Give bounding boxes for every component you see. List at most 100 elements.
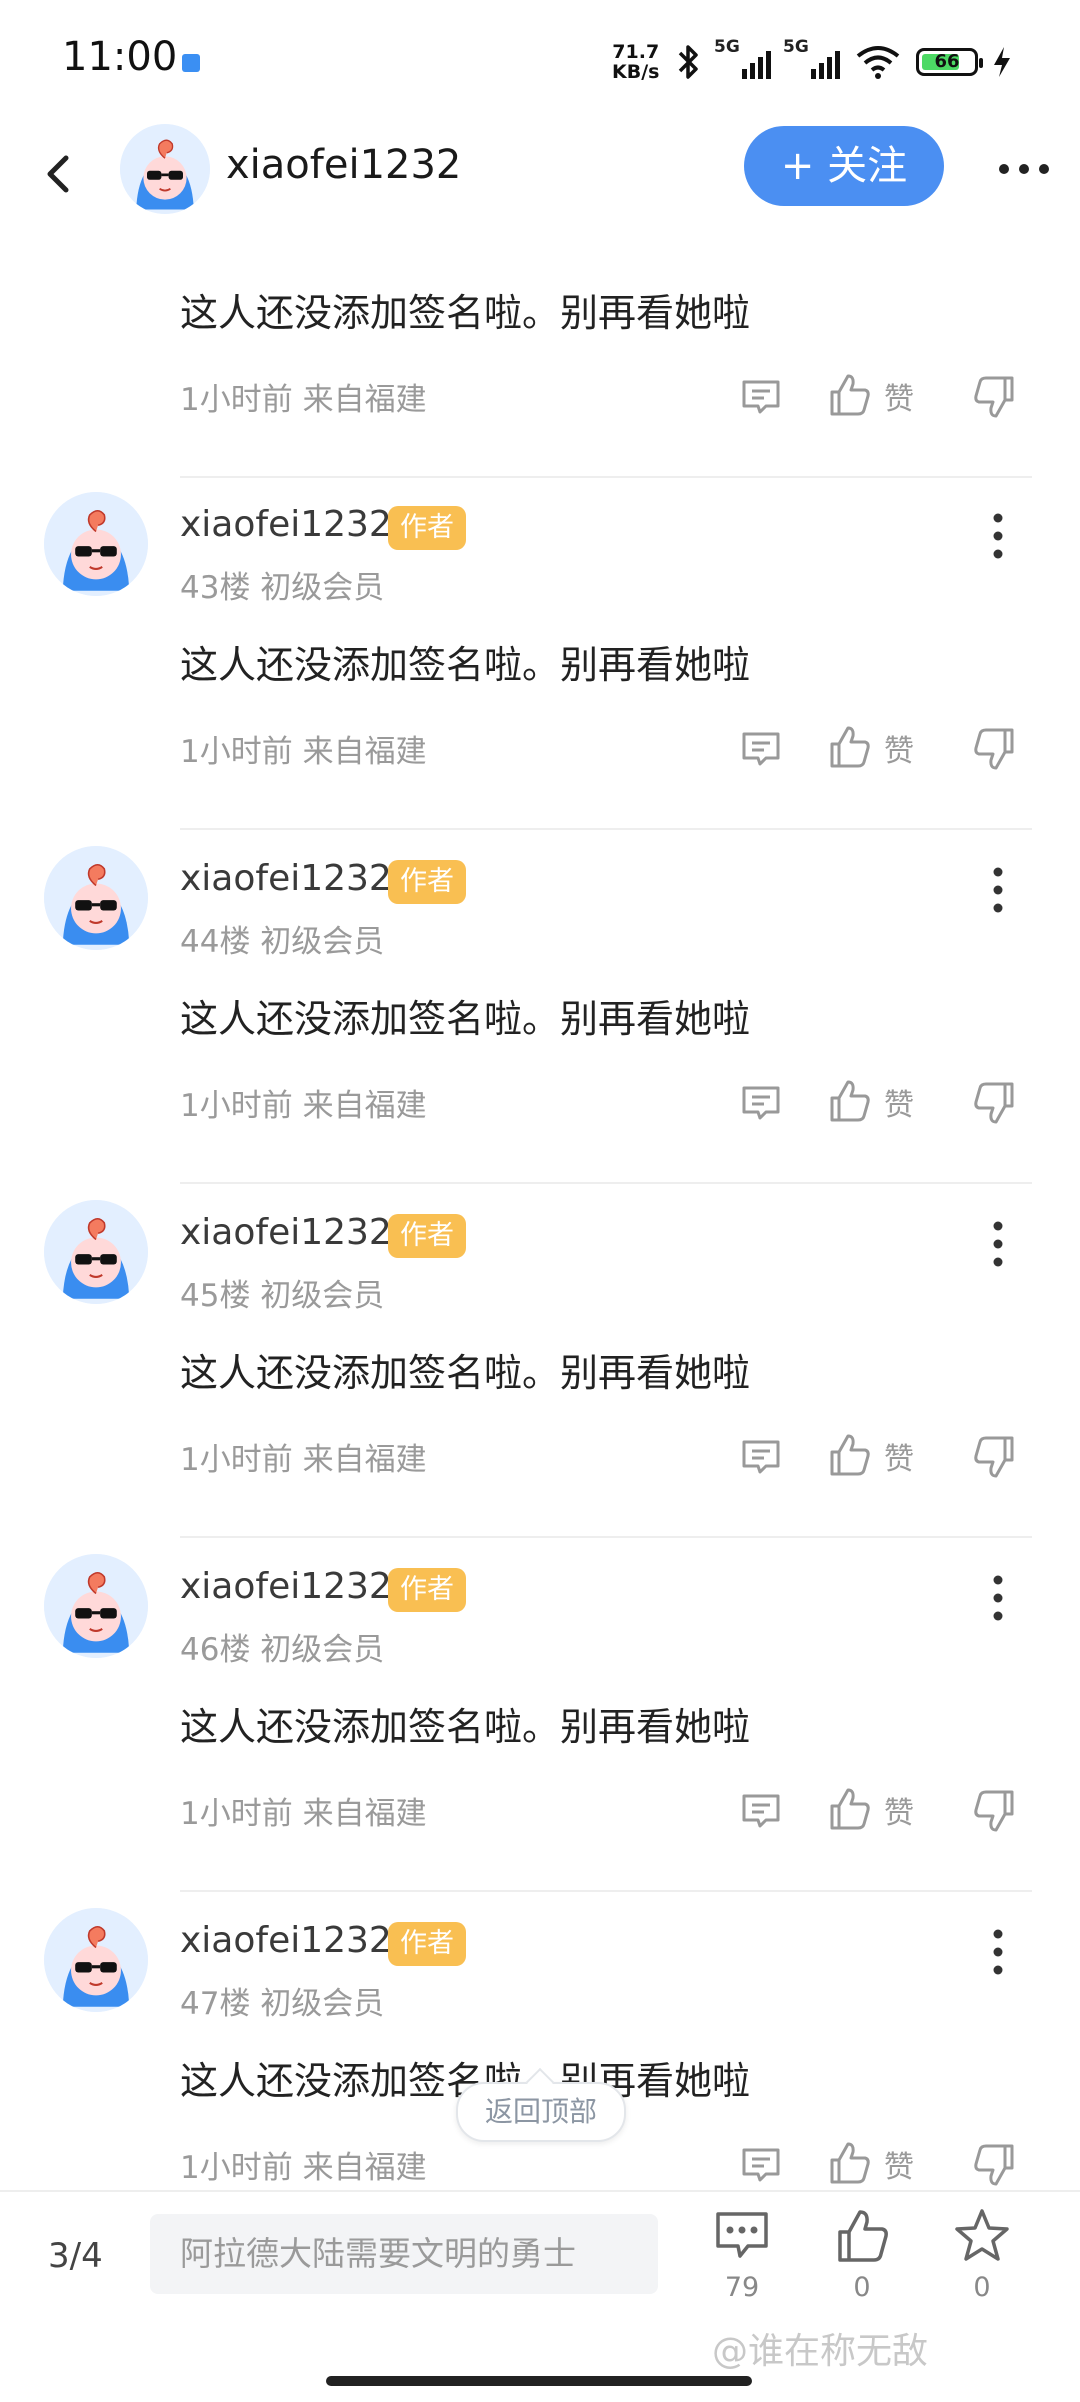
back-to-top-button[interactable]: 返回顶部 bbox=[456, 2082, 626, 2142]
favorite-button[interactable]: 0 bbox=[942, 2206, 1022, 2303]
like-label[interactable]: 赞 bbox=[884, 1788, 914, 1832]
floor-level: 46楼 初级会员 bbox=[180, 1632, 385, 1668]
author-badge: 作者 bbox=[388, 1214, 466, 1258]
list-item: 这人还没添加签名啦。别再看她啦 1小时前 来自福建 赞 bbox=[0, 240, 1080, 510]
page-indicator[interactable]: 3/4 bbox=[48, 2236, 103, 2276]
battery-level: 66 bbox=[934, 51, 960, 72]
comments-count: 79 bbox=[724, 2272, 760, 2303]
like-label[interactable]: 赞 bbox=[884, 1080, 914, 1124]
username[interactable]: xiaofei1232 bbox=[180, 1212, 392, 1253]
username[interactable]: xiaofei1232 bbox=[180, 1920, 392, 1961]
reply-icon[interactable] bbox=[736, 2140, 786, 2190]
back-arrow-icon[interactable] bbox=[30, 144, 90, 204]
watermark: @谁在称无敌 bbox=[712, 2331, 929, 2372]
signal-label: 5G bbox=[783, 37, 809, 57]
favorites-count: 0 bbox=[973, 2272, 991, 2303]
reply-icon[interactable] bbox=[736, 1786, 786, 1836]
status-icons: 5G 5G 66 bbox=[676, 37, 1012, 84]
kebab-menu-icon[interactable] bbox=[980, 1214, 1016, 1274]
reply-icon[interactable] bbox=[736, 372, 786, 422]
like-label[interactable]: 赞 bbox=[884, 726, 914, 770]
kebab-menu-icon[interactable] bbox=[980, 1568, 1016, 1628]
follow-button[interactable]: + 关注 bbox=[744, 126, 944, 206]
avatar[interactable] bbox=[44, 1554, 148, 1658]
avatar[interactable] bbox=[44, 1200, 148, 1304]
kebab-menu-icon[interactable] bbox=[980, 1922, 1016, 1982]
list-item: xiaofei1232 作者 46楼 初级会员 这人还没添加签名啦。别再看她啦 … bbox=[0, 1546, 1080, 1900]
kebab-menu-icon[interactable] bbox=[980, 860, 1016, 920]
charging-icon bbox=[994, 47, 1010, 77]
dislike-icon[interactable] bbox=[970, 2140, 1020, 2190]
comment-icon bbox=[716, 2212, 768, 2258]
avatar[interactable] bbox=[44, 1908, 148, 2012]
list-item: xiaofei1232 作者 45楼 初级会员 这人还没添加签名啦。别再看她啦 … bbox=[0, 1192, 1080, 1546]
thumbs-up-icon bbox=[838, 2210, 888, 2262]
post-content: 这人还没添加签名啦。别再看她啦 bbox=[180, 291, 751, 335]
list-item: xiaofei1232 作者 47楼 初级会员 这人还没添加签名啦。别再看她啦 … bbox=[0, 1900, 1080, 2190]
dislike-icon[interactable] bbox=[970, 1078, 1020, 1128]
post-time-location: 1小时前 来自福建 bbox=[180, 734, 427, 770]
list-item: xiaofei1232 作者 43楼 初级会员 这人还没添加签名啦。别再看她啦 … bbox=[0, 484, 1080, 838]
status-time: 11:00 bbox=[62, 34, 178, 80]
like-label[interactable]: 赞 bbox=[884, 1434, 914, 1478]
avatar[interactable] bbox=[120, 124, 210, 214]
floor-level: 45楼 初级会员 bbox=[180, 1278, 385, 1314]
floor-level: 47楼 初级会员 bbox=[180, 1986, 385, 2022]
like-icon[interactable] bbox=[824, 722, 874, 772]
username[interactable]: xiaofei1232 bbox=[180, 1566, 392, 1607]
divider bbox=[180, 1890, 1032, 1892]
comment-input[interactable]: 阿拉德大陆需要文明的勇士 bbox=[150, 2214, 658, 2294]
reply-icon[interactable] bbox=[736, 1432, 786, 1482]
list-item: xiaofei1232 作者 44楼 初级会员 这人还没添加签名啦。别再看她啦 … bbox=[0, 838, 1080, 1192]
reply-icon[interactable] bbox=[736, 1078, 786, 1128]
like-icon[interactable] bbox=[824, 1430, 874, 1480]
like-label[interactable]: 赞 bbox=[884, 374, 914, 418]
reply-icon[interactable] bbox=[736, 724, 786, 774]
author-badge: 作者 bbox=[388, 506, 466, 550]
post-time-location: 1小时前 来自福建 bbox=[180, 1442, 427, 1478]
username[interactable]: xiaofei1232 bbox=[180, 858, 392, 899]
like-icon[interactable] bbox=[824, 1784, 874, 1834]
post-time-location: 1小时前 来自福建 bbox=[180, 2150, 427, 2186]
floor-level: 44楼 初级会员 bbox=[180, 924, 385, 960]
like-icon[interactable] bbox=[824, 2138, 874, 2188]
author-badge: 作者 bbox=[388, 860, 466, 904]
header: xiaofei1232 + 关注 bbox=[0, 120, 1080, 240]
wifi-icon bbox=[856, 46, 900, 79]
more-icon[interactable] bbox=[994, 144, 1054, 194]
post-content: 这人还没添加签名啦。别再看她啦 bbox=[180, 997, 751, 1041]
floor-level: 43楼 初级会员 bbox=[180, 570, 385, 606]
dislike-icon[interactable] bbox=[970, 1432, 1020, 1482]
like-label[interactable]: 赞 bbox=[884, 2142, 914, 2186]
signal-icon: 5G bbox=[714, 37, 771, 79]
bluetooth-icon bbox=[678, 45, 698, 79]
reply-feed[interactable]: 这人还没添加签名啦。别再看她啦 1小时前 来自福建 赞 xiaofei1232 … bbox=[0, 240, 1080, 2190]
avatar[interactable] bbox=[44, 492, 148, 596]
post-time-location: 1小时前 来自福建 bbox=[180, 1796, 427, 1832]
app-notification-icon bbox=[182, 54, 200, 72]
like-icon[interactable] bbox=[824, 1076, 874, 1126]
divider bbox=[180, 1536, 1032, 1538]
username[interactable]: xiaofei1232 bbox=[180, 504, 392, 545]
like-post-button[interactable]: 0 bbox=[822, 2206, 902, 2303]
dislike-icon[interactable] bbox=[970, 724, 1020, 774]
divider bbox=[180, 828, 1032, 830]
home-indicator[interactable] bbox=[326, 2376, 752, 2386]
signal-label: 5G bbox=[714, 37, 740, 57]
author-badge: 作者 bbox=[388, 1568, 466, 1612]
signal-icon: 5G bbox=[783, 37, 840, 79]
avatar[interactable] bbox=[44, 846, 148, 950]
kebab-menu-icon[interactable] bbox=[980, 506, 1016, 566]
dislike-icon[interactable] bbox=[970, 372, 1020, 422]
comments-button[interactable]: 79 bbox=[702, 2206, 782, 2303]
like-icon[interactable] bbox=[824, 370, 874, 420]
bottom-bar: 3/4 阿拉德大陆需要文明的勇士 79 0 0 @谁在称无敌 bbox=[0, 2190, 1080, 2402]
divider bbox=[180, 1182, 1032, 1184]
divider bbox=[180, 476, 1032, 478]
status-bar: 11:00 71.7 KB/s 5G 5G 66 bbox=[0, 0, 1080, 120]
author-badge: 作者 bbox=[388, 1922, 466, 1966]
dislike-icon[interactable] bbox=[970, 1786, 1020, 1836]
network-speed: 71.7 KB/s bbox=[612, 42, 659, 82]
header-username[interactable]: xiaofei1232 bbox=[226, 142, 461, 188]
network-speed-unit: KB/s bbox=[612, 61, 660, 83]
